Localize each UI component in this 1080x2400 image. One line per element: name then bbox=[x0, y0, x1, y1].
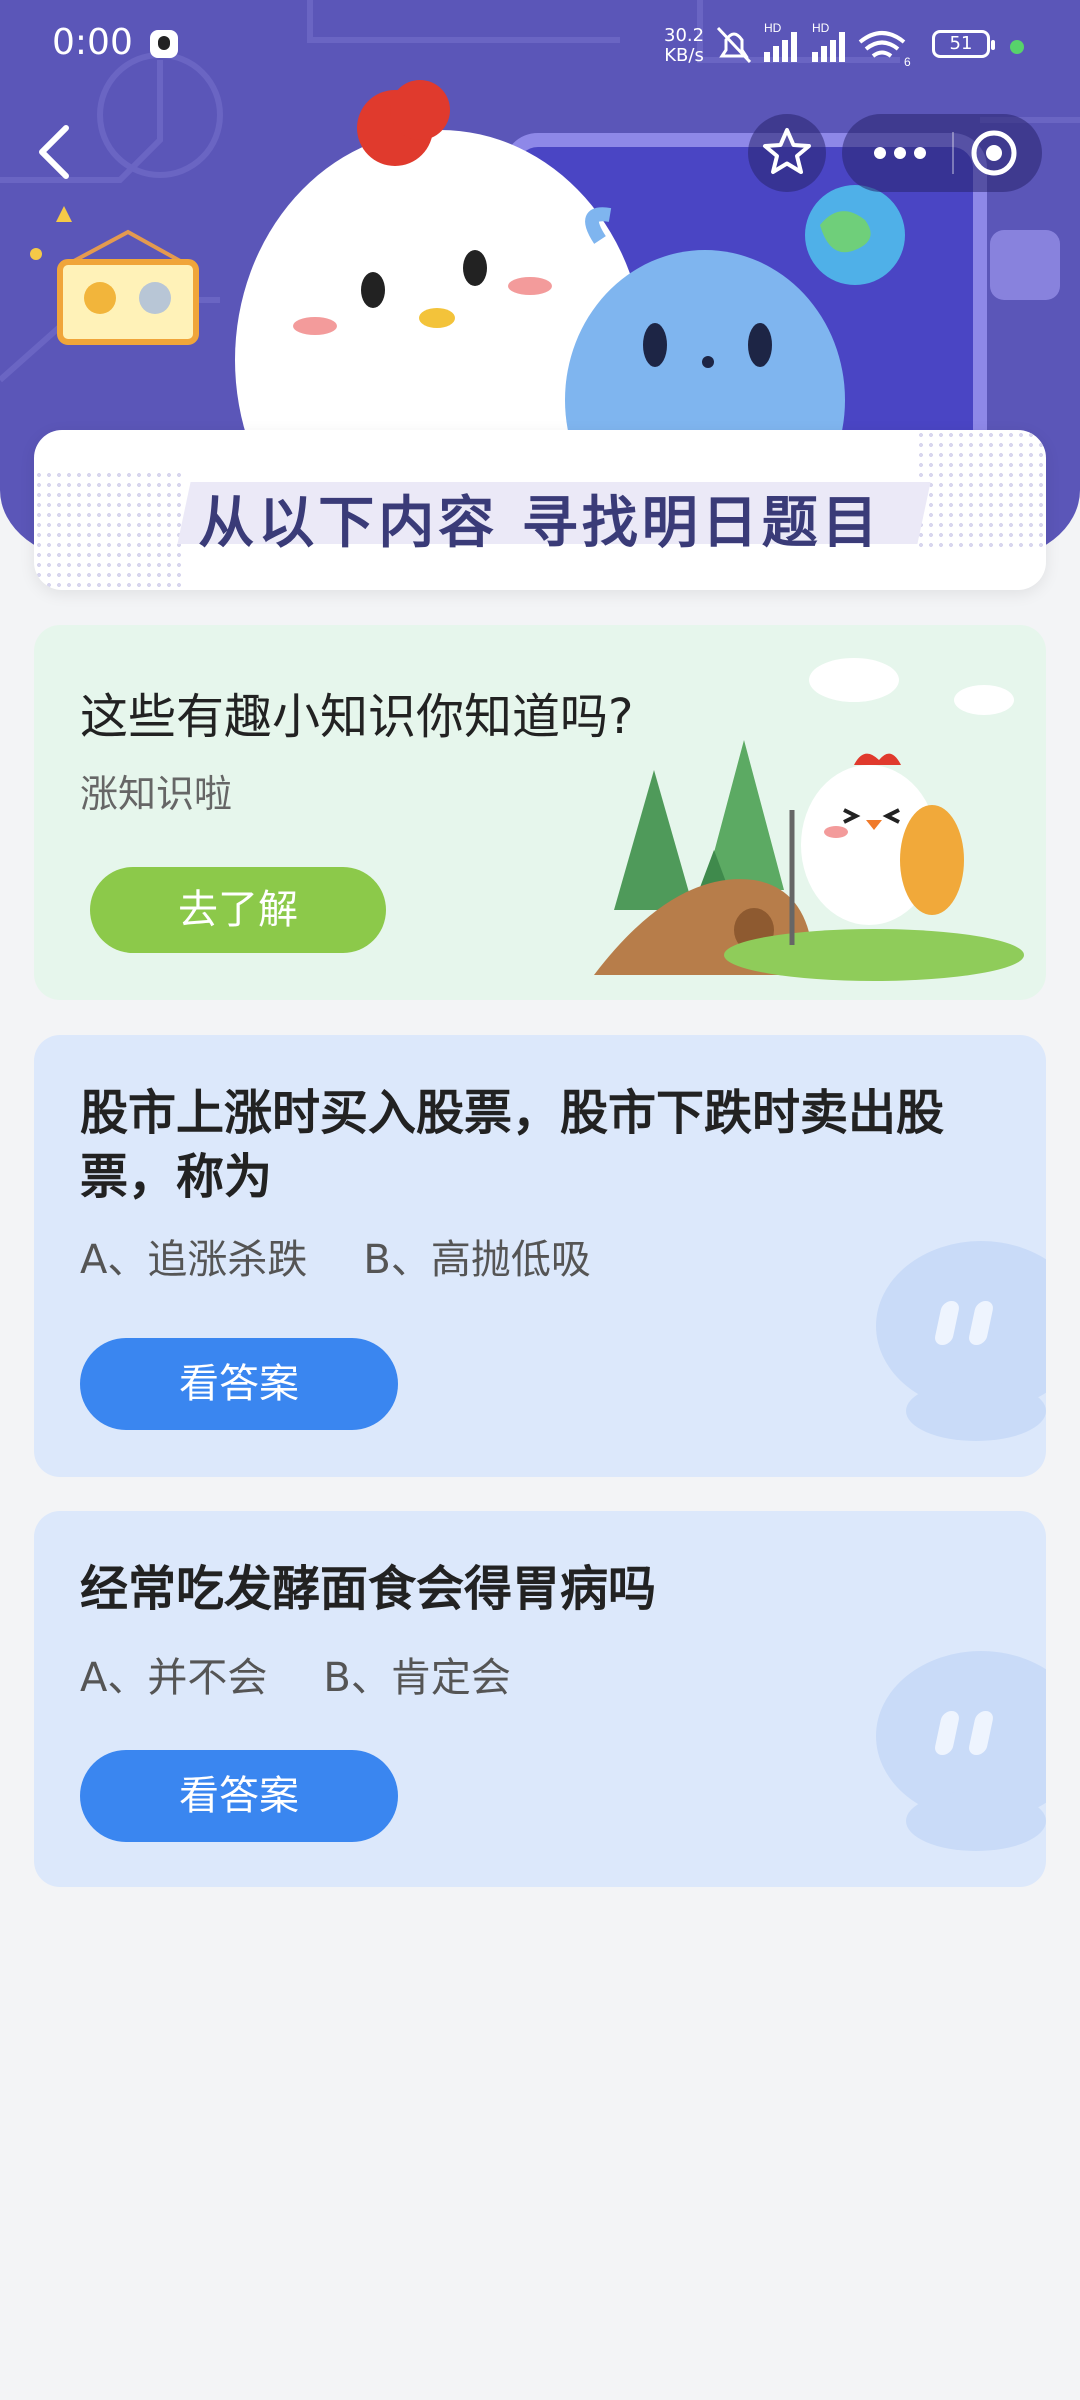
target-circle-icon bbox=[971, 130, 1017, 176]
status-icons: HD HD 6 bbox=[716, 22, 911, 69]
battery-icon: 51 bbox=[932, 30, 995, 58]
status-time: 0:00 bbox=[52, 22, 133, 63]
wifi-icon bbox=[858, 31, 906, 58]
banner-title-plate: 从以下内容 寻找明日题目 bbox=[34, 430, 1046, 590]
back-button[interactable] bbox=[30, 122, 82, 182]
quote-bubble-icon bbox=[876, 1241, 1046, 1441]
close-miniprogram-button[interactable] bbox=[954, 114, 1042, 192]
view-answer-button[interactable]: 看答案 bbox=[80, 1750, 398, 1842]
option-b: B、高抛低吸 bbox=[363, 1237, 591, 1283]
more-button[interactable] bbox=[842, 114, 952, 192]
signal-hd-label-1: HD bbox=[764, 22, 782, 35]
star-icon bbox=[763, 128, 811, 174]
signal-icon-1 bbox=[764, 32, 797, 62]
option-b: B、肯定会 bbox=[323, 1655, 511, 1701]
signal-hd-label-2: HD bbox=[812, 22, 830, 35]
signal-icon-2 bbox=[812, 32, 845, 62]
network-speed-value: 30.2 bbox=[664, 25, 705, 46]
knowledge-card-subtitle: 涨知识啦 bbox=[80, 772, 233, 816]
option-a: A、追涨杀跌 bbox=[80, 1237, 308, 1283]
qq-notification-icon bbox=[150, 30, 178, 58]
question-options: A、并不会 B、肯定会 bbox=[80, 1645, 511, 1703]
option-a: A、并不会 bbox=[80, 1655, 268, 1701]
knowledge-card[interactable]: 这些有趣小知识你知道吗? 涨知识啦 去了解 bbox=[34, 625, 1046, 1000]
question-title: 股市上涨时买入股票，股市下跌时卖出股票，称为 bbox=[80, 1085, 945, 1205]
question-title: 经常吃发酵面食会得胃病吗 bbox=[80, 1561, 657, 1617]
banner-title: 从以下内容 寻找明日题目 bbox=[198, 491, 882, 556]
more-dots-icon bbox=[874, 147, 926, 159]
quote-bubble-icon bbox=[876, 1651, 1046, 1851]
miniprogram-capsule bbox=[842, 114, 1042, 192]
favorite-button[interactable] bbox=[748, 114, 826, 192]
charging-dot bbox=[1010, 40, 1024, 54]
view-answer-button[interactable]: 看答案 bbox=[80, 1338, 398, 1430]
chevron-left-icon bbox=[39, 125, 69, 179]
question-options: A、追涨杀跌 B、高抛低吸 bbox=[80, 1227, 591, 1285]
status-bar: 0:00 30.2 KB/s HD HD 6 51 bbox=[0, 0, 1080, 90]
network-speed-unit: KB/s bbox=[664, 45, 704, 66]
mute-bell-icon bbox=[716, 26, 752, 64]
learn-more-button[interactable]: 去了解 bbox=[90, 867, 386, 953]
hiking-chicken-illustration bbox=[594, 658, 1024, 981]
wifi-label: 6 bbox=[904, 55, 911, 69]
network-speed: 30.2 KB/s bbox=[664, 26, 704, 66]
question-card[interactable]: 经常吃发酵面食会得胃病吗 A、并不会 B、肯定会 看答案 bbox=[34, 1511, 1046, 1887]
knowledge-card-title: 这些有趣小知识你知道吗? bbox=[80, 689, 634, 745]
question-card[interactable]: 股市上涨时买入股票，股市下跌时卖出股票，称为 A、追涨杀跌 B、高抛低吸 看答案 bbox=[34, 1035, 1046, 1477]
